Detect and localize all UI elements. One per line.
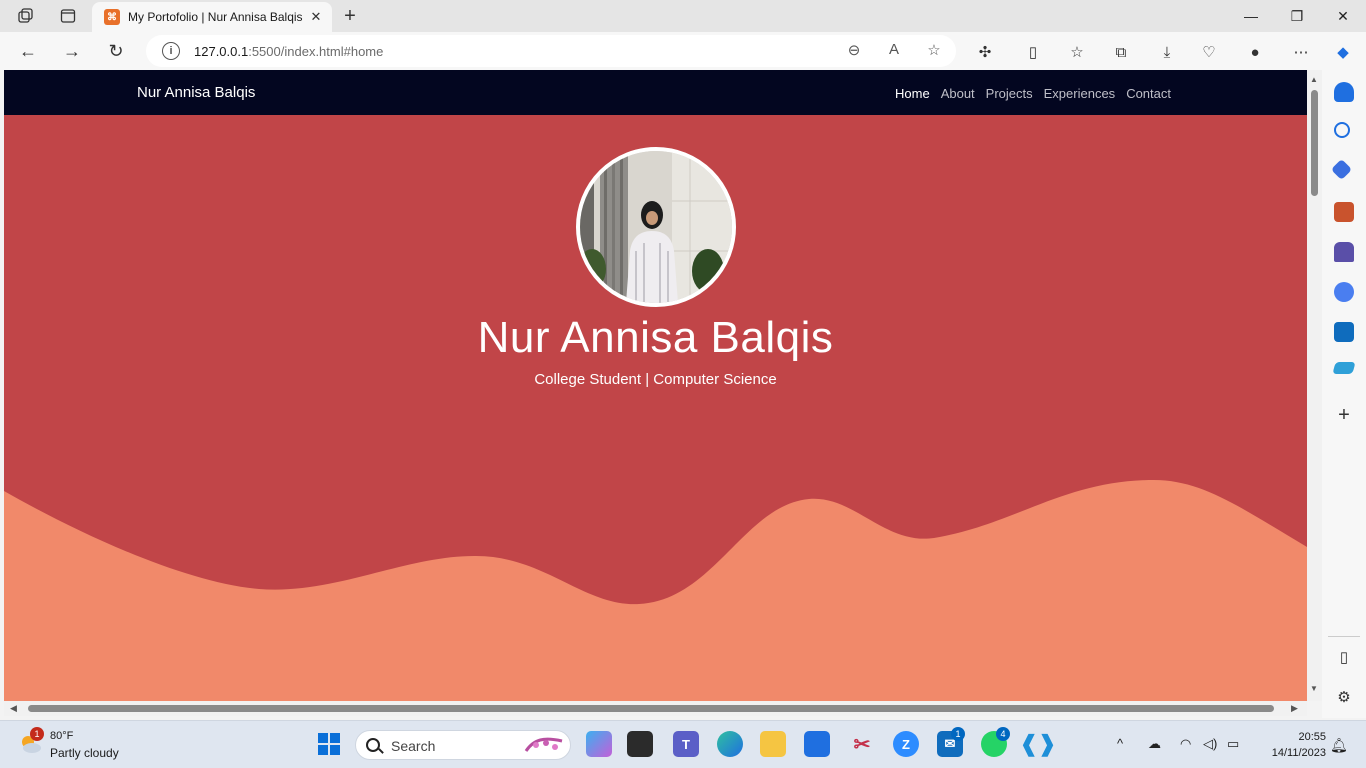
page-viewport: Nur Annisa Balqis College Student | Comp…: [4, 70, 1307, 701]
nav-link-home[interactable]: Home: [895, 86, 930, 101]
battery-icon[interactable]: ▭: [1227, 736, 1239, 752]
more-options-icon[interactable]: ⋯: [1290, 41, 1312, 63]
nav-link-contact[interactable]: Contact: [1126, 86, 1171, 101]
sidebar-divider: [1328, 636, 1360, 637]
microsoft-store-icon[interactable]: [804, 731, 830, 757]
tools-briefcase-icon[interactable]: [1334, 202, 1354, 222]
notifications-icon[interactable]: [1334, 82, 1354, 102]
outlook-icon[interactable]: [1334, 322, 1354, 342]
show-hidden-icons-chevron-icon[interactable]: ^: [1117, 736, 1123, 751]
volume-icon[interactable]: ◁): [1203, 736, 1217, 752]
url-path: :5500/index.html#home: [248, 43, 384, 59]
nav-link-experiences[interactable]: Experiences: [1044, 86, 1116, 101]
read-aloud-icon[interactable]: A: [884, 41, 904, 59]
collections-icon[interactable]: ⧉: [1110, 41, 1132, 63]
zoom-app-icon[interactable]: Z: [893, 731, 919, 757]
microsoft-365-icon[interactable]: [1334, 282, 1354, 302]
new-tab-button[interactable]: +: [338, 4, 362, 28]
close-window-button[interactable]: ✕: [1320, 0, 1366, 32]
site-favicon-icon: ⌘: [104, 9, 120, 25]
address-bar[interactable]: i 127.0.0.1:5500/index.html#home ⊖ A ☆: [146, 35, 956, 67]
vertical-scroll-thumb[interactable]: [1311, 90, 1318, 196]
close-tab-icon[interactable]: ✕: [308, 9, 324, 25]
task-view-icon[interactable]: [627, 731, 653, 757]
horizontal-scroll-thumb[interactable]: [28, 705, 1274, 712]
search-icon[interactable]: [1334, 122, 1350, 138]
tab-title: My Portofolio | Nur Annisa Balqis: [128, 10, 303, 24]
clock-date: 14/11/2023: [1271, 747, 1326, 759]
games-icon[interactable]: [1334, 242, 1354, 262]
notification-bell-icon[interactable]: 🔔︎: [1330, 737, 1348, 754]
scroll-down-arrow-icon[interactable]: ▼: [1310, 684, 1318, 693]
back-button[interactable]: ←: [16, 39, 40, 63]
tab-actions-icon[interactable]: [57, 6, 79, 26]
forward-button[interactable]: →: [60, 39, 84, 63]
teams-icon[interactable]: T: [673, 731, 699, 757]
split-screen-icon[interactable]: ▯: [1022, 41, 1044, 63]
site-info-icon[interactable]: i: [162, 42, 180, 60]
weather-temp: 80°F: [50, 730, 74, 742]
search-highlight-icon: [524, 737, 563, 752]
active-tab[interactable]: ⌘ My Portofolio | Nur Annisa Balqis ✕: [92, 2, 332, 32]
favorite-star-icon[interactable]: ☆: [924, 41, 944, 59]
copilot-icon[interactable]: ◆: [1332, 41, 1354, 63]
windows-start-icon[interactable]: [316, 731, 342, 757]
site-navbar: Nur Annisa Balqis Home About Projects Ex…: [4, 70, 1307, 115]
shopping-tag-icon[interactable]: [1330, 158, 1353, 181]
hero-subtitle: College Student | Computer Science: [534, 371, 777, 388]
snipping-tool-icon[interactable]: ✂: [849, 731, 875, 757]
vertical-scrollbar[interactable]: ▲ ▼: [1307, 70, 1322, 701]
taskbar-clock[interactable]: 20:55 14/11/2023: [1256, 729, 1326, 761]
extensions-icon[interactable]: ✣: [974, 41, 996, 63]
copilot-taskbar-icon[interactable]: [586, 731, 612, 757]
search-label: Search: [391, 738, 436, 754]
maximize-button[interactable]: ❐: [1274, 0, 1320, 32]
browser-tab-bar: ⌘ My Portofolio | Nur Annisa Balqis ✕ + …: [0, 0, 1366, 32]
search-glyph-icon: [366, 738, 380, 752]
browser-toolbar: ← → ↻ i 127.0.0.1:5500/index.html#home ⊖…: [0, 32, 1366, 70]
nav-link-projects[interactable]: Projects: [986, 86, 1033, 101]
clock-time: 20:55: [1298, 731, 1326, 743]
minimize-button[interactable]: —: [1228, 0, 1274, 32]
sidebar-settings-gear-icon[interactable]: ⚙: [1334, 688, 1354, 706]
profile-photo: [576, 147, 736, 307]
downloads-icon[interactable]: ⤓: [1156, 41, 1178, 63]
whatsapp-badge: 4: [996, 727, 1010, 741]
horizontal-scrollbar[interactable]: ◀ ▶: [4, 701, 1307, 716]
site-menu: Home About Projects Experiences Contact: [895, 86, 1171, 101]
taskbar-search[interactable]: Search: [355, 730, 571, 760]
zoom-icon[interactable]: ⊖: [844, 41, 864, 59]
windows-taskbar: 1 80°F Partly cloudy Search T ✂ Z ✉ 1 4 …: [0, 720, 1366, 768]
file-explorer-icon[interactable]: [760, 731, 786, 757]
weather-widget[interactable]: 1 80°F Partly cloudy: [18, 727, 148, 763]
nav-link-about[interactable]: About: [941, 86, 975, 101]
vscode-icon[interactable]: ❰❱: [1020, 731, 1057, 757]
edge-taskbar-icon[interactable]: [717, 731, 743, 757]
hero-section: Nur Annisa Balqis College Student | Comp…: [4, 115, 1307, 701]
weather-desc: Partly cloudy: [50, 746, 119, 760]
favorites-icon[interactable]: ☆: [1066, 41, 1088, 63]
scroll-up-arrow-icon[interactable]: ▲: [1310, 75, 1318, 84]
edge-sidebar: + ▯ ⚙: [1322, 70, 1366, 718]
profile-icon[interactable]: ●: [1244, 41, 1266, 63]
add-sidebar-app-icon[interactable]: +: [1334, 404, 1354, 427]
url-text[interactable]: 127.0.0.1:5500/index.html#home: [194, 44, 383, 59]
mail-badge: 1: [951, 727, 965, 741]
hide-sidebar-icon[interactable]: ▯: [1334, 648, 1354, 666]
wifi-icon[interactable]: ◠: [1180, 736, 1191, 752]
weather-badge: 1: [30, 727, 44, 741]
scroll-left-arrow-icon[interactable]: ◀: [10, 703, 17, 714]
hero-name: Nur Annisa Balqis: [477, 313, 834, 362]
scroll-right-arrow-icon[interactable]: ▶: [1291, 703, 1298, 714]
url-host: 127.0.0.1: [194, 43, 249, 59]
reload-button[interactable]: ↻: [104, 39, 128, 63]
drop-icon[interactable]: [1332, 362, 1356, 374]
onedrive-cloud-icon[interactable]: ☁: [1148, 736, 1161, 752]
workspaces-icon[interactable]: [15, 6, 37, 26]
site-brand[interactable]: Nur Annisa Balqis: [137, 84, 255, 101]
browser-essentials-icon[interactable]: ♡: [1198, 41, 1220, 63]
